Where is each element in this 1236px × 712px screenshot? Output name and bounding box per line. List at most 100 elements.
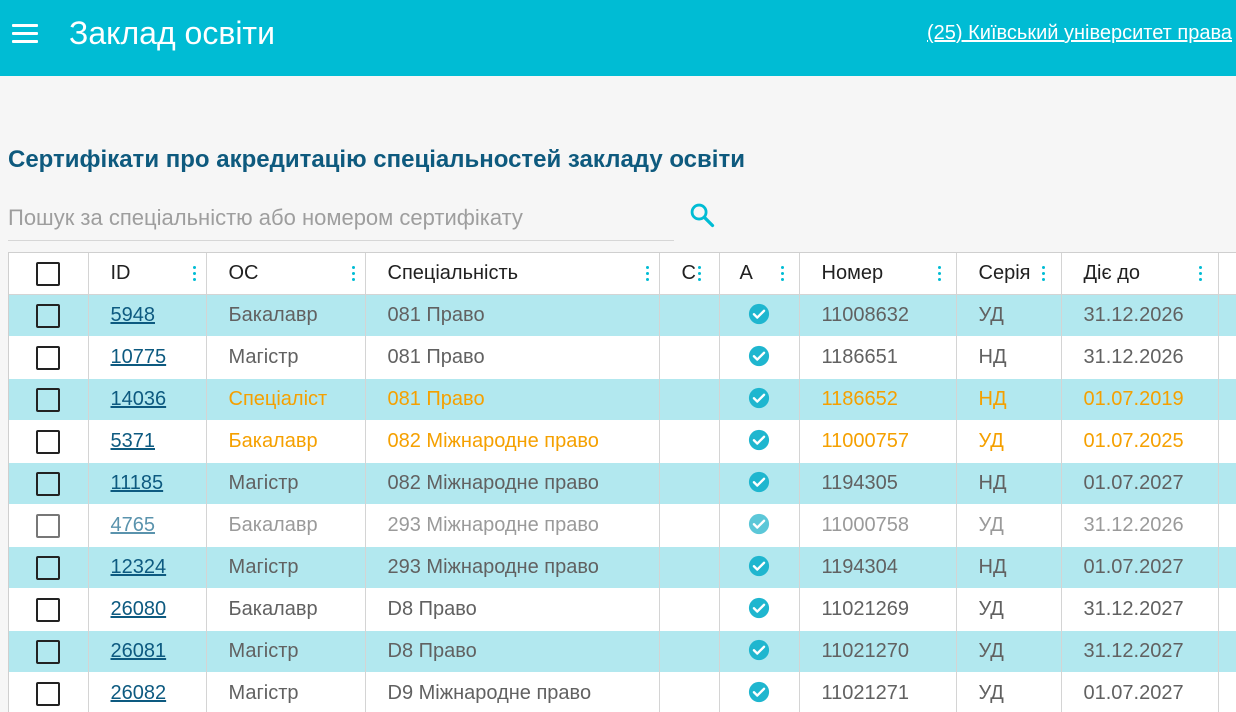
id-link[interactable]: 5948 [111, 304, 156, 326]
institution-link[interactable]: (25) Київський університет права [927, 21, 1232, 45]
column-header-id[interactable]: ID [88, 253, 206, 295]
cell-valid-until: 31.12.2026 [1061, 295, 1218, 337]
cell-level: Бакалавр [206, 589, 365, 631]
cell-id: 12324 [88, 547, 206, 589]
column-header-s[interactable]: С [659, 253, 719, 295]
cell-s [659, 337, 719, 379]
column-header-series[interactable]: Серія [956, 253, 1061, 295]
menu-icon[interactable] [12, 23, 38, 43]
cell-number: 11000757 [799, 421, 956, 463]
row-checkbox[interactable] [36, 682, 60, 706]
cell-valid-until: 31.12.2027 [1061, 589, 1218, 631]
row-checkbox[interactable] [36, 346, 60, 370]
table-row[interactable]: 11185Магістр082 Міжнародне право1194305Н… [9, 463, 1236, 505]
check-circle-icon [748, 303, 770, 325]
cell-accredited [719, 379, 799, 421]
cell-number: 1194305 [799, 463, 956, 505]
column-menu-icon[interactable] [352, 266, 355, 281]
id-link[interactable]: 5371 [111, 430, 156, 452]
table-row[interactable]: 10775Магістр081 Право1186651НД31.12.2026 [9, 337, 1236, 379]
id-link[interactable]: 14036 [111, 388, 167, 410]
table-row[interactable]: 26082МагістрD9 Міжнародне право11021271У… [9, 673, 1236, 712]
row-checkbox[interactable] [36, 388, 60, 412]
table-row[interactable]: 26080БакалаврD8 Право11021269УД31.12.202… [9, 589, 1236, 631]
cell-number: 11021270 [799, 631, 956, 673]
row-select-cell [9, 463, 88, 505]
select-all-checkbox[interactable] [36, 262, 60, 286]
cell-s [659, 421, 719, 463]
row-checkbox[interactable] [36, 430, 60, 454]
column-header-extra [1218, 253, 1236, 295]
id-link[interactable]: 4765 [111, 514, 156, 536]
row-select-cell [9, 631, 88, 673]
row-select-cell [9, 337, 88, 379]
column-header-level[interactable]: ОС [206, 253, 365, 295]
cell-level: Магістр [206, 631, 365, 673]
column-menu-icon[interactable] [781, 266, 784, 281]
cell-series: НД [956, 337, 1061, 379]
column-menu-icon[interactable] [698, 266, 701, 281]
search-icon[interactable] [688, 201, 716, 229]
id-link[interactable]: 26081 [111, 640, 167, 662]
column-header-a[interactable]: А [719, 253, 799, 295]
cell-level: Магістр [206, 673, 365, 712]
id-link[interactable]: 26080 [111, 598, 167, 620]
column-menu-icon[interactable] [1042, 266, 1045, 281]
cell-id: 11185 [88, 463, 206, 505]
row-checkbox[interactable] [36, 472, 60, 496]
row-checkbox[interactable] [36, 598, 60, 622]
check-circle-icon [748, 345, 770, 367]
cell-extra [1218, 295, 1236, 337]
column-menu-icon[interactable] [193, 266, 196, 281]
cell-id: 26081 [88, 631, 206, 673]
cell-extra [1218, 337, 1236, 379]
table-row[interactable]: 5948Бакалавр081 Право11008632УД31.12.202… [9, 295, 1236, 337]
cell-series: УД [956, 673, 1061, 712]
check-circle-icon [748, 681, 770, 703]
cell-specialty: 081 Право [365, 295, 659, 337]
cell-specialty: 082 Міжнародне право [365, 421, 659, 463]
row-checkbox[interactable] [36, 556, 60, 580]
check-circle-icon [748, 555, 770, 577]
id-link[interactable]: 11185 [111, 472, 164, 494]
cell-s [659, 295, 719, 337]
table-row[interactable]: 14036Спеціаліст081 Право1186652НД01.07.2… [9, 379, 1236, 421]
row-select-cell [9, 295, 88, 337]
column-menu-icon[interactable] [1199, 266, 1202, 281]
id-link[interactable]: 12324 [111, 556, 167, 578]
table-row[interactable]: 5371Бакалавр082 Міжнародне право11000757… [9, 421, 1236, 463]
cell-s [659, 505, 719, 547]
top-app-bar: Заклад освіти (25) Київський університет… [0, 0, 1236, 76]
cell-series: УД [956, 421, 1061, 463]
search-input[interactable] [8, 198, 668, 238]
row-checkbox[interactable] [36, 304, 60, 328]
cell-specialty: D8 Право [365, 631, 659, 673]
cell-s [659, 589, 719, 631]
cell-specialty: 082 Міжнародне право [365, 463, 659, 505]
cell-specialty: D8 Право [365, 589, 659, 631]
column-header-number[interactable]: Номер [799, 253, 956, 295]
column-header-valid-until[interactable]: Діє до [1061, 253, 1218, 295]
cell-extra [1218, 547, 1236, 589]
cell-s [659, 463, 719, 505]
row-checkbox[interactable] [36, 640, 60, 664]
cell-extra [1218, 463, 1236, 505]
cell-number: 11008632 [799, 295, 956, 337]
cell-extra [1218, 379, 1236, 421]
row-checkbox[interactable] [36, 514, 60, 538]
table-row[interactable]: 12324Магістр293 Міжнародне право1194304Н… [9, 547, 1236, 589]
cell-s [659, 379, 719, 421]
column-menu-icon[interactable] [938, 266, 941, 281]
column-header-specialty[interactable]: Спеціальність [365, 253, 659, 295]
cell-s [659, 673, 719, 712]
table-row[interactable]: 26081МагістрD8 Право11021270УД31.12.2027 [9, 631, 1236, 673]
id-link[interactable]: 10775 [111, 346, 167, 368]
cell-extra [1218, 631, 1236, 673]
certificates-table: ID ОС Спеціальність С А Номер Серія Діє … [8, 252, 1236, 712]
column-menu-icon[interactable] [646, 266, 649, 281]
table-row[interactable]: 4765Бакалавр293 Міжнародне право11000758… [9, 505, 1236, 547]
cell-series: УД [956, 505, 1061, 547]
id-link[interactable]: 26082 [111, 682, 167, 704]
cell-id: 26082 [88, 673, 206, 712]
cell-level: Магістр [206, 337, 365, 379]
